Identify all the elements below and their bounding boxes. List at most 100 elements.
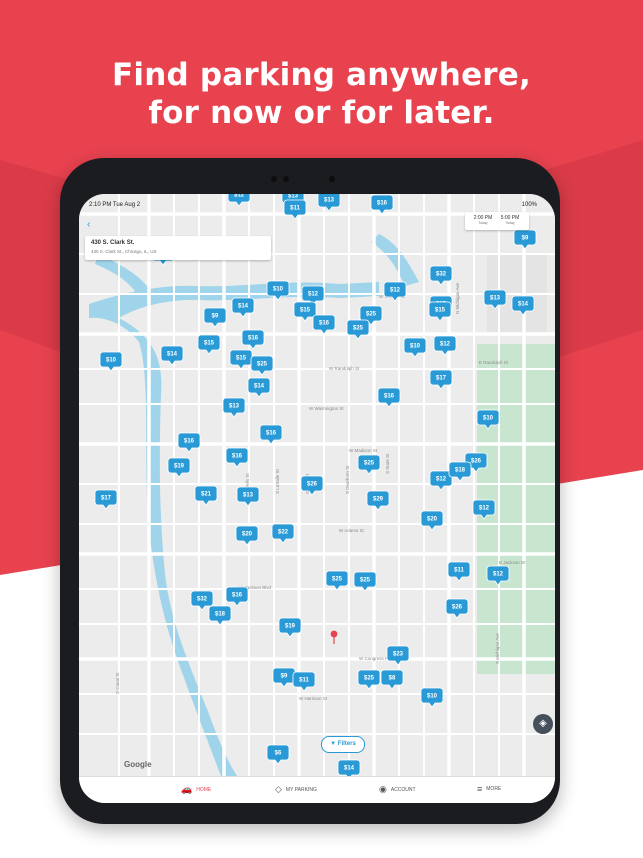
pin-price: $12 [479, 506, 490, 512]
tab-my-parking-label: MY PARKING [285, 786, 317, 793]
pin-price: $9 [522, 236, 529, 242]
filters-button[interactable]: ▼ Filters [321, 736, 365, 753]
pin-price: $32 [436, 272, 447, 278]
pin-price: $15 [435, 308, 446, 314]
pin-price: $16 [232, 454, 243, 460]
front-sensor [283, 176, 289, 182]
parking-price-pin[interactable]: $14 [337, 759, 361, 776]
pin-price: $9 [212, 314, 219, 320]
pin-price: $29 [373, 497, 384, 503]
pin-price: $12 [390, 288, 401, 294]
car-icon: 🚗 [181, 784, 193, 794]
pin-price: $23 [393, 652, 404, 658]
search-subtitle: 430 S. Clark St., Chicago, IL, US [91, 249, 157, 254]
search-bar[interactable]: 430 S. Clark St. 430 S. Clark St., Chica… [85, 236, 271, 260]
end-time[interactable]: 5:00 PM Today [499, 215, 521, 225]
pin-price: $11 [454, 568, 464, 574]
start-day: Today [478, 221, 488, 225]
time-selector[interactable]: 2:00 PM Today 5:00 PM Today [465, 212, 529, 230]
pin-price: $10 [427, 694, 438, 700]
pin-price: $11 [299, 678, 309, 684]
pin-price: $12 [436, 477, 447, 483]
pin-price: $25 [257, 362, 268, 368]
parking-map[interactable]: W Wacker DrW Randolph StW Washington StW… [79, 194, 555, 776]
pin-price: $6 [275, 751, 282, 757]
google-logo: Google [124, 760, 152, 769]
menu-icon: ≡ [477, 784, 483, 794]
pin-price: $8 [389, 676, 396, 682]
ticket-icon: ◇ [275, 784, 282, 794]
pin-price: $15 [236, 356, 247, 362]
tab-my-parking[interactable]: ◇ MY PARKING [275, 784, 317, 795]
end-day: Today [505, 221, 515, 225]
pin-price: $12 [440, 342, 451, 348]
front-camera [271, 176, 277, 182]
search-title: 430 S. Clark St. [91, 240, 135, 246]
pin-price: $18 [215, 612, 226, 618]
tab-more-label: MORE [486, 786, 502, 792]
pin-price: $12 [308, 292, 319, 298]
pin-price: $13 [243, 493, 254, 499]
pin-price: $32 [197, 597, 208, 603]
pin-price: $16 [319, 321, 330, 327]
pin-price: $25 [364, 461, 375, 467]
locate-me-button[interactable]: ◈ [533, 714, 553, 734]
street-label: S LaSalle St [275, 468, 280, 494]
pin-price: $16 [232, 593, 243, 599]
pin-price: $25 [353, 326, 364, 332]
pin-price: $21 [201, 492, 212, 498]
pin-price: $25 [366, 312, 377, 318]
pin-price: $19 [285, 624, 296, 630]
pin-price: $16 [266, 431, 277, 437]
battery-indicator: 100% [521, 202, 537, 208]
pin-price: $25 [364, 676, 375, 682]
street-label: S Canal St [115, 672, 120, 694]
start-time[interactable]: 2:00 PM Today [472, 215, 494, 225]
pin-price: $26 [471, 459, 482, 465]
tab-home[interactable]: 🚗 HOME [181, 784, 211, 795]
tab-home-label: HOME [196, 786, 212, 793]
pin-price: $20 [242, 532, 253, 538]
app-screen: W Wacker DrW Randolph StW Washington StW… [79, 194, 555, 803]
pin-price: $14 [167, 352, 178, 358]
pin-price: $18 [455, 468, 466, 474]
pin-price: $25 [360, 578, 371, 584]
street-label: S Dearborn St [345, 465, 350, 494]
pin-price: $22 [278, 530, 289, 536]
pin-price: $25 [332, 577, 343, 583]
pin-price: $15 [204, 341, 215, 347]
pin-price: $26 [452, 605, 463, 611]
status-time: 2:10 PM Tue Aug 2 [89, 202, 141, 208]
pin-price: $10 [106, 358, 117, 364]
pin-price: $14 [254, 384, 265, 390]
street-label: E Randolph St [479, 360, 509, 365]
compass-icon: ◈ [539, 718, 547, 729]
pin-price: $10 [410, 344, 421, 350]
tab-account[interactable]: ◉ ACCOUNT [379, 784, 416, 795]
headline-line-2: for now or for later. [148, 95, 495, 131]
status-bar: 2:10 PM Tue Aug 2 100% [79, 194, 555, 212]
pin-price: $16 [248, 336, 259, 342]
person-icon: ◉ [379, 784, 387, 794]
tab-more[interactable]: ≡ MORE [477, 784, 501, 794]
street-label: S State St [385, 453, 390, 474]
filters-label: Filters [337, 741, 356, 747]
pin-price: $12 [493, 572, 504, 578]
street-label: N Michigan Ave [455, 282, 460, 314]
pin-price: $17 [101, 496, 112, 502]
pin-price: $13 [229, 404, 240, 410]
headline-line-1: Find parking anywhere, [112, 57, 531, 93]
street-label: S Michigan Ave [495, 633, 500, 664]
pin-price: $16 [184, 439, 195, 445]
street-label: E Jackson Dr [499, 560, 526, 565]
pin-price: $14 [344, 766, 355, 772]
pin-price: $15 [300, 308, 311, 314]
pin-price: $16 [384, 394, 395, 400]
back-arrow-icon[interactable]: ‹ [87, 219, 90, 230]
pin-price: $10 [273, 287, 284, 293]
pin-price: $13 [490, 296, 501, 302]
street-label: W Adams St [339, 528, 365, 533]
front-sensor-2 [329, 176, 335, 182]
pin-price: $9 [281, 674, 288, 680]
street-label: W Madison St [349, 448, 378, 453]
